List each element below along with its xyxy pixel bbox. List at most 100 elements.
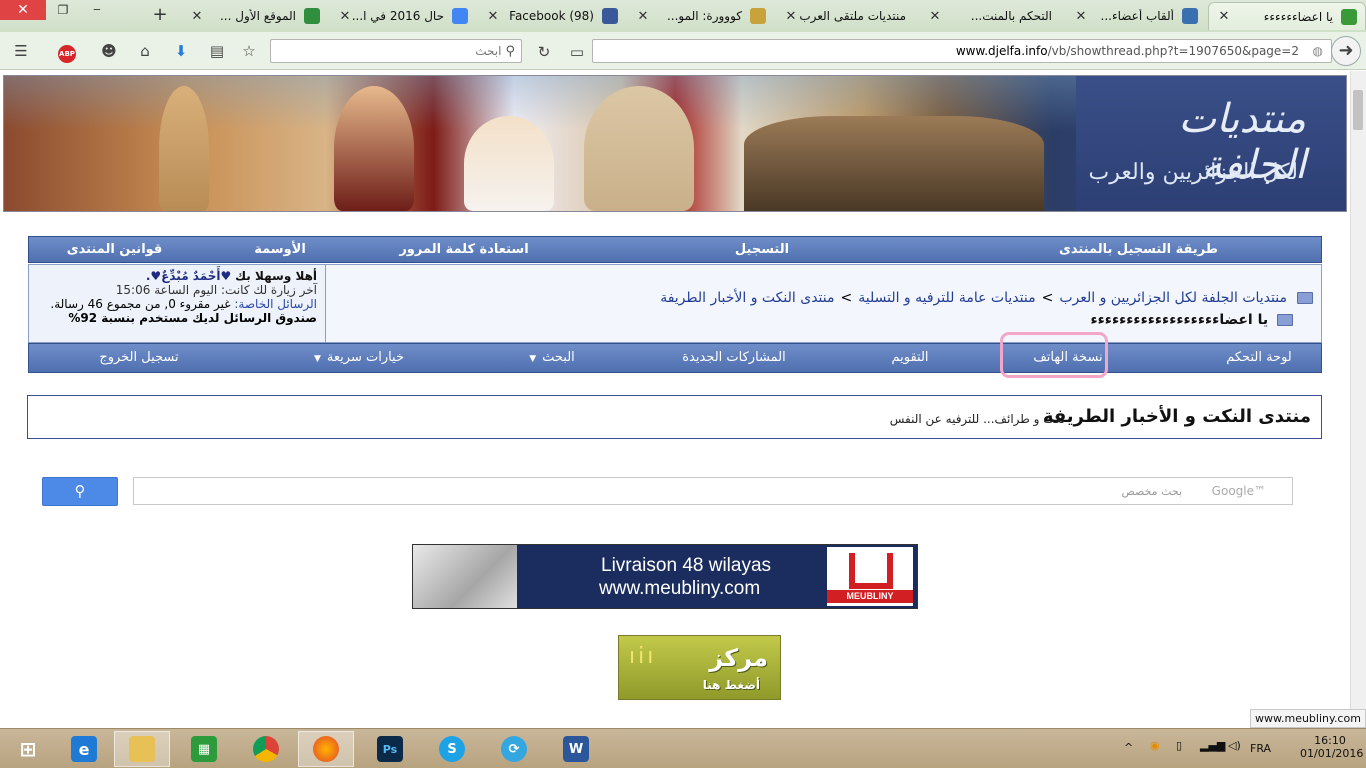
nav-logout[interactable]: تسجيل الخروج: [89, 344, 189, 372]
back-arrow-icon[interactable]: ➜: [1331, 36, 1361, 66]
last-visit-time: 15:06: [115, 283, 151, 297]
nav-new-posts[interactable]: المشاركات الجديدة: [669, 344, 799, 372]
close-tab-icon[interactable]: ✕: [636, 9, 650, 24]
tab-active-thread[interactable]: يا اعضاءءءءءء ✕: [1208, 2, 1366, 30]
user-info-box: أهلا وسهلا بك ♥أَحْمَدٌ مُبْدِّعٌ♥. آخر …: [29, 265, 325, 342]
bookmark-star-icon[interactable]: ☆: [238, 40, 260, 62]
chrome-icon: [253, 736, 279, 762]
web-page: منتديات الجلفة لكل الجزائريين والعرب طري…: [0, 71, 1350, 728]
nav-mobile-version[interactable]: نسخة الهاتف: [1013, 344, 1123, 372]
taskbar-store[interactable]: ▦: [176, 731, 232, 767]
system-tray: ^ ◉ ▯ ▂▄▆ ◁) FRA 16:10 01/01/2016: [1120, 728, 1366, 768]
breadcrumb-line: منتديات الجلفة لكل الجزائريين و العرب > …: [660, 290, 1313, 306]
breadcrumb-item-jokes-forum[interactable]: منتدى النكت و الأخبار الطريفة: [660, 290, 834, 306]
taskbar-firefox[interactable]: [298, 731, 354, 767]
ad-line-delivery: Livraison 48 wilayas: [601, 555, 772, 576]
close-tab-icon[interactable]: ✕: [190, 9, 204, 24]
address-bar[interactable]: www.djelfa.info/vb/showthread.php?t=1907…: [592, 39, 1332, 63]
taskbar-chrome[interactable]: [238, 731, 294, 767]
menu-icon[interactable]: ☰: [10, 40, 32, 62]
start-button[interactable]: ⊞: [0, 731, 56, 767]
word-icon: W: [563, 736, 589, 762]
private-messages-link[interactable]: الرسائل الخاصة:: [234, 297, 317, 311]
taskbar-internet-explorer[interactable]: e: [56, 731, 112, 767]
language-indicator[interactable]: FRA: [1250, 742, 1271, 755]
google-favicon-icon: [452, 8, 468, 24]
status-url-tooltip: www.meubliny.com: [1250, 709, 1366, 728]
girl-image: [464, 116, 554, 211]
top-nav-badges[interactable]: الأوسمة: [200, 237, 360, 262]
tab-first-site[interactable]: الموقع الأول ... ✕: [182, 2, 328, 30]
breadcrumb-item-entertainment[interactable]: منتديات عامة للترفيه و التسلية: [858, 290, 1035, 306]
volume-icon[interactable]: ◁): [1228, 739, 1241, 752]
network-app-icon: ⟳: [501, 736, 527, 762]
close-tab-icon[interactable]: ✕: [784, 9, 798, 24]
download-icon[interactable]: ⬇: [170, 40, 192, 62]
taskbar-word[interactable]: W: [548, 731, 604, 767]
google-search-input[interactable]: Google™ بحث مخصص: [133, 477, 1293, 505]
reload-icon[interactable]: ↻: [533, 41, 555, 63]
tab-kooora[interactable]: كووورة: المو... ✕: [628, 2, 774, 30]
forum-logo[interactable]: منتديات الجلفة لكل الجزائريين والعرب: [1076, 76, 1346, 211]
tab-control-panel[interactable]: التحكم بالمنت... ✕: [920, 2, 1064, 30]
close-tab-icon[interactable]: ✕: [486, 9, 500, 24]
skype-icon: S: [439, 736, 465, 762]
globe-icon: ◍: [1312, 44, 1323, 58]
meubliny-ad-banner[interactable]: Livraison 48 wilayas www.meubliny.com ME…: [412, 544, 918, 609]
navbar-panel: منتديات الجلفة لكل الجزائريين و العرب > …: [28, 264, 1322, 343]
home-icon[interactable]: ⌂: [134, 40, 156, 62]
taskbar-skype[interactable]: S: [424, 731, 480, 767]
close-tab-icon[interactable]: ✕: [338, 9, 352, 24]
battery-icon[interactable]: ▯: [1176, 739, 1182, 752]
breadcrumb-item-home[interactable]: منتديات الجلفة لكل الجزائريين و العرب: [1059, 290, 1287, 306]
bars-graphic-icon: ıiı: [629, 644, 657, 669]
username-link[interactable]: ♥أَحْمَدٌ مُبْدِّعٌ♥.: [146, 269, 231, 283]
show-hidden-icons-icon[interactable]: ^: [1124, 741, 1133, 754]
top-nav-recover-password[interactable]: استعادة كلمة المرور: [360, 237, 568, 262]
furniture-image: [413, 545, 517, 608]
window-restore-button[interactable]: ❐: [46, 0, 80, 20]
tab-facebook[interactable]: Facebook (98) ✕: [478, 2, 626, 30]
child-image: [334, 86, 414, 211]
taskbar-network-app[interactable]: ⟳: [486, 731, 542, 767]
signal-icon[interactable]: ▂▄▆: [1200, 739, 1225, 752]
nav-search-menu[interactable]: البحث▼: [507, 344, 597, 372]
reader-view-icon[interactable]: ▭: [566, 41, 588, 63]
close-tab-icon[interactable]: ✕: [1074, 9, 1088, 24]
taskbar-photoshop[interactable]: Ps: [362, 731, 418, 767]
top-nav-rules[interactable]: قوانين المنتدى: [29, 237, 200, 262]
center-ad-banner[interactable]: ıiı مركز أضغط هنا: [618, 635, 781, 700]
top-nav-register[interactable]: التسجيل: [568, 237, 956, 262]
meubliny-logo: MEUBLINY: [827, 547, 913, 606]
tab-google[interactable]: حال 2016 في ا... ✕: [330, 2, 476, 30]
nav-quick-links[interactable]: خيارات سريعة▼: [299, 344, 419, 372]
new-tab-button[interactable]: +: [150, 5, 170, 25]
smiley-icon[interactable]: ☻: [98, 40, 120, 62]
forum-banner: منتديات الجلفة لكل الجزائريين والعرب: [3, 75, 1347, 212]
nav-user-cp[interactable]: لوحة التحكم: [1199, 344, 1319, 372]
man-image: [584, 86, 694, 211]
page-scrollbar[interactable]: [1350, 71, 1366, 728]
browser-search-box[interactable]: ⚲: [270, 39, 522, 63]
taskbar-file-explorer[interactable]: [114, 731, 170, 767]
google-search-button[interactable]: ⚲: [42, 477, 118, 506]
browser-search-input[interactable]: [301, 44, 502, 58]
browser-tab-bar: ✕ ❐ ‒ + يا اعضاءءءءءء ✕ ألقاب أعضاء... ✕…: [0, 0, 1366, 32]
window-close-button[interactable]: ✕: [0, 0, 46, 20]
tray-app-icon[interactable]: ◉: [1150, 739, 1160, 752]
flag-favicon-icon: [304, 8, 320, 24]
clipboard-icon[interactable]: ▤: [206, 40, 228, 62]
tab-titles[interactable]: ألقاب أعضاء... ✕: [1066, 2, 1206, 30]
top-nav-registration-method[interactable]: طريقة التسجيل بالمنتدى: [956, 237, 1321, 262]
clock[interactable]: 16:10 01/01/2016: [1300, 734, 1363, 760]
google-search-placeholder: بحث مخصص: [1121, 485, 1182, 498]
close-tab-icon[interactable]: ✕: [928, 9, 942, 24]
window-minimize-button[interactable]: ‒: [80, 0, 114, 20]
close-tab-icon[interactable]: ✕: [1217, 9, 1231, 24]
search-icon[interactable]: ⚲: [505, 44, 515, 59]
adblock-icon[interactable]: ABP: [50, 40, 84, 63]
scrollbar-thumb[interactable]: [1353, 90, 1363, 130]
nav-calendar[interactable]: التقويم: [865, 344, 955, 372]
tab-arab-forum[interactable]: منتديات ملتقى العرب ✕: [776, 2, 918, 30]
thread-title: يا اعضاءءءءءءءءءءءءءءءءءء: [1090, 312, 1293, 328]
